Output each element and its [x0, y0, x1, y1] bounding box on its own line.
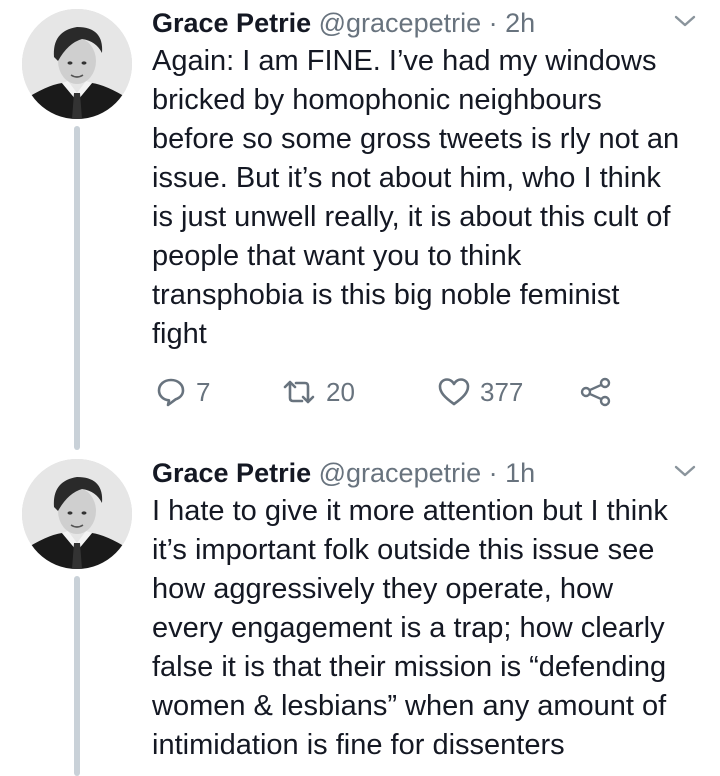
tweet-1[interactable]: Grace Petrie @gracepetrie · 2h Again: I … — [0, 0, 720, 450]
reply-count: 7 — [196, 376, 211, 407]
profile-photo — [22, 9, 132, 119]
timestamp[interactable]: 2h — [505, 8, 535, 38]
like-count: 377 — [480, 376, 524, 407]
like-button[interactable]: 377 — [438, 372, 523, 412]
chevron-down-icon[interactable] — [674, 14, 696, 28]
thread-line — [74, 126, 80, 450]
author-handle[interactable]: @gracepetrie — [319, 8, 482, 38]
timestamp[interactable]: 1h — [505, 458, 535, 488]
reply-button[interactable]: 7 — [156, 372, 210, 412]
thread-line — [74, 576, 80, 776]
retweet-count: 20 — [326, 376, 355, 407]
chevron-down-icon[interactable] — [674, 464, 696, 478]
separator-dot: · — [488, 458, 498, 488]
retweet-button[interactable]: 20 — [282, 372, 355, 412]
heart-icon — [438, 378, 470, 406]
retweet-icon — [283, 380, 315, 404]
tweet-actions: 7 20 377 — [152, 372, 632, 412]
separator-dot: · — [488, 8, 498, 38]
share-button[interactable] — [580, 372, 612, 412]
profile-photo — [22, 459, 132, 569]
tweet-2[interactable]: Grace Petrie @gracepetrie · 1h I hate to… — [0, 450, 720, 776]
tweet-header: Grace Petrie @gracepetrie · 2h — [152, 6, 535, 40]
avatar[interactable] — [22, 9, 132, 119]
tweet-text: Again: I am FINE. I’ve had my windows br… — [152, 45, 680, 350]
avatar[interactable] — [22, 459, 132, 569]
author-handle[interactable]: @gracepetrie — [319, 458, 482, 488]
author-name[interactable]: Grace Petrie — [152, 458, 311, 488]
tweet-header: Grace Petrie @gracepetrie · 1h — [152, 456, 535, 490]
tweet-text: I hate to give it more attention but I t… — [152, 495, 668, 761]
share-icon — [580, 377, 611, 407]
reply-icon — [157, 378, 185, 407]
author-name[interactable]: Grace Petrie — [152, 8, 311, 38]
